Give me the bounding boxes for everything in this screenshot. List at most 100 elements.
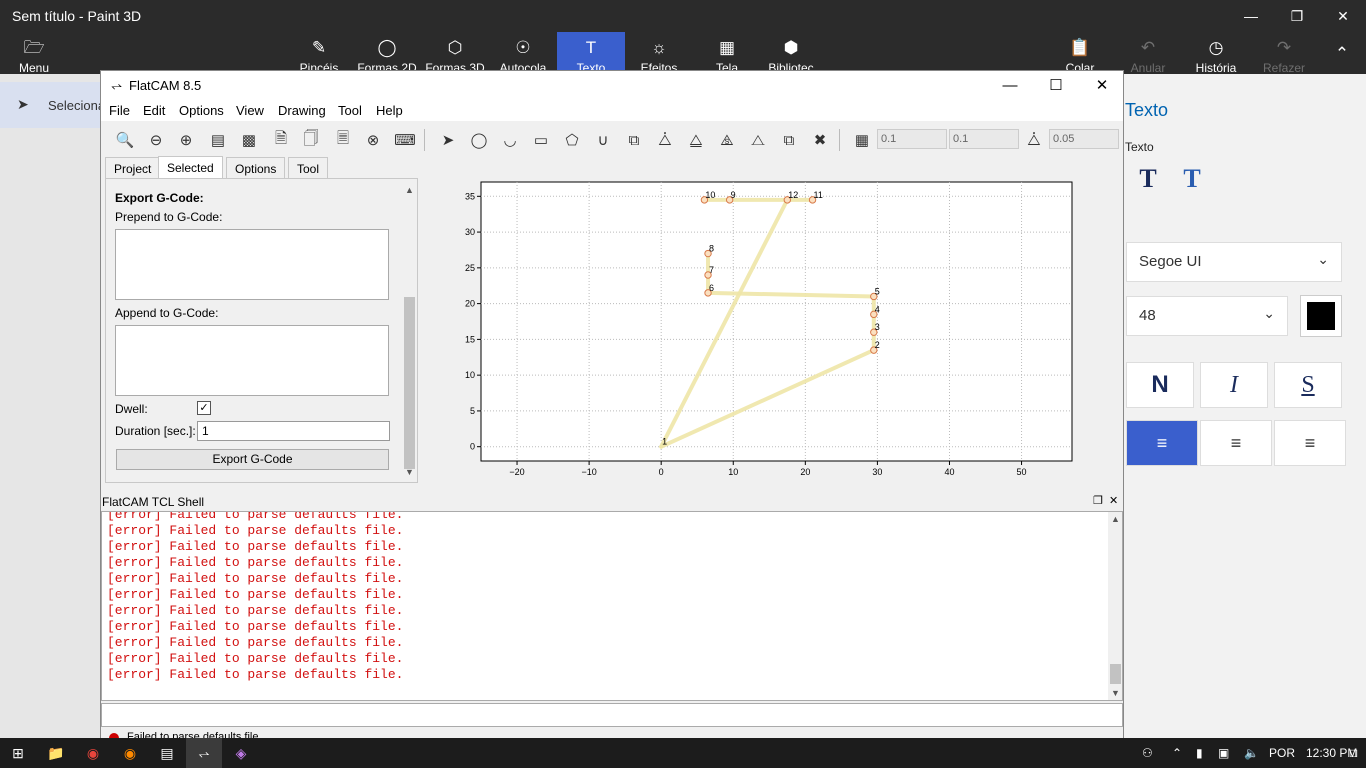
align-right-button[interactable]: ≡ — [1274, 420, 1346, 466]
collapse-ribbon-button[interactable]: ⌃ — [1318, 32, 1366, 74]
firefox-icon[interactable]: ◉ — [112, 738, 148, 768]
menu-view[interactable]: View — [236, 103, 264, 118]
menu-button[interactable]: 🗁 Menu — [0, 32, 68, 75]
calendar-app-icon[interactable]: ▤ — [149, 738, 185, 768]
close-button[interactable]: ✕ — [1320, 0, 1366, 32]
polygon-icon[interactable]: ⬠ — [559, 127, 585, 153]
windows-start-icon[interactable]: ⊞ — [0, 738, 36, 768]
grid-x-input[interactable]: 0.1 — [877, 129, 947, 149]
tool-autocola[interactable]: ☉ Autocola — [489, 32, 557, 75]
text-color-picker[interactable] — [1300, 295, 1342, 337]
select-pointer-icon[interactable]: ➤ — [435, 127, 461, 153]
tab-selected[interactable]: Selected — [158, 156, 223, 179]
flatcam-minimize-button[interactable]: — — [987, 71, 1033, 99]
tab-project[interactable]: Project — [105, 157, 161, 179]
subtract-icon[interactable]: ⧋ — [683, 127, 709, 153]
font-family-dropdown[interactable]: Segoe UI ⌄ — [1126, 242, 1342, 282]
undock-icon[interactable]: ❐ — [1093, 494, 1103, 507]
buffer-icon[interactable]: ⧍ — [745, 127, 771, 153]
network-icon[interactable]: ▣ — [1218, 746, 1229, 760]
tool-texto[interactable]: T Texto — [557, 32, 625, 75]
snap-distance-input[interactable]: 0.05 — [1049, 129, 1119, 149]
restore-button[interactable]: ❐ — [1274, 0, 1320, 32]
panel-scrollbar[interactable]: ▲ ▼ — [403, 185, 416, 479]
volume-icon[interactable]: 🔈 — [1244, 746, 1259, 760]
font-size-dropdown[interactable]: 48 ⌄ — [1126, 296, 1288, 336]
intersection-icon[interactable]: ⧊ — [652, 127, 678, 153]
menu-drawing[interactable]: Drawing — [278, 103, 326, 118]
menu-tool[interactable]: Tool — [338, 103, 362, 118]
circle-icon[interactable]: ◯ — [466, 127, 492, 153]
scrollbar-thumb[interactable] — [1110, 664, 1121, 684]
rectangle-icon[interactable]: ▭ — [528, 127, 554, 153]
tool-efeitos[interactable]: ☼ Efeitos — [625, 32, 693, 75]
move-icon[interactable]: ⧉ — [776, 127, 802, 153]
export-gcode-button[interactable]: Export G-Code — [116, 449, 389, 470]
gcode-plot[interactable]: −20 −10 0 10 20 30 40 5005101520253035123456789… — [421, 157, 1123, 487]
shell-icon[interactable]: ⌨ — [392, 127, 418, 153]
shell-scrollbar[interactable]: ▲ ▼ — [1108, 512, 1122, 700]
plot-area[interactable]: −20 −10 0 10 20 30 40 50 0 5 10 15 20 25 30 35 1 2 3 4 5 6 7 8 9… — [421, 157, 1123, 487]
grid-y-input[interactable]: 0.1 — [949, 129, 1019, 149]
path-icon[interactable]: ∪ — [590, 127, 616, 153]
tool-formas-3d[interactable]: ⬡ Formas 3D — [421, 32, 489, 75]
delete-object-icon[interactable]: ⊗ — [360, 127, 386, 153]
underline-button[interactable]: S — [1274, 362, 1342, 408]
select-tool-button[interactable]: ➤ Seleciona — [0, 82, 105, 128]
union-icon[interactable]: ⧉ — [621, 127, 647, 153]
zoom-out-icon[interactable]: ⊖ — [143, 127, 169, 153]
zoom-fit-icon[interactable]: 🔍 — [112, 127, 138, 153]
tab-options[interactable]: Options — [226, 157, 286, 179]
tool-pinceis[interactable]: ✎ Pincéis — [285, 32, 353, 75]
grid-snap-icon[interactable]: ▦ — [849, 127, 875, 153]
shell-command-input[interactable] — [101, 703, 1123, 727]
duration-input[interactable]: 1 — [197, 421, 390, 441]
edit-geometry-icon[interactable]: 🗍 — [298, 127, 324, 153]
tool-formas-2d[interactable]: ◯ Formas 2D — [353, 32, 421, 75]
people-icon[interactable]: ⚇ — [1142, 746, 1153, 760]
replot-icon[interactable]: ▩ — [236, 127, 262, 153]
italic-button[interactable]: I — [1200, 362, 1268, 408]
dwell-checkbox[interactable]: ✓ — [197, 401, 211, 415]
undo-button[interactable]: ↶ Anular — [1114, 32, 1182, 75]
scroll-up-icon[interactable]: ▲ — [1111, 514, 1120, 524]
flatcam-maximize-button[interactable]: ☐ — [1033, 71, 1079, 99]
tab-tool[interactable]: Tool — [288, 157, 329, 179]
prepend-textarea[interactable] — [115, 229, 389, 300]
tool-biblioteca[interactable]: ⬢ Bibliotec — [757, 32, 825, 75]
menu-options[interactable]: Options — [179, 103, 224, 118]
minimize-button[interactable]: — — [1228, 0, 1274, 32]
battery-icon[interactable]: ▮ — [1196, 746, 1203, 760]
bold-button[interactable]: N — [1126, 362, 1194, 408]
scroll-down-icon[interactable]: ▼ — [1111, 688, 1120, 698]
paint3d-taskbar-icon[interactable]: ◈ — [223, 738, 259, 768]
scrollbar-thumb[interactable] — [404, 297, 415, 469]
new-geometry-icon[interactable]: 🗎 — [268, 127, 294, 153]
menu-file[interactable]: File — [109, 103, 130, 118]
tray-expand-icon[interactable]: ⌃ — [1172, 746, 1182, 760]
align-left-button[interactable]: ≡ — [1126, 420, 1198, 466]
arc-icon[interactable]: ◡ — [497, 127, 523, 153]
chrome-icon[interactable]: ◉ — [75, 738, 111, 768]
corner-snap-icon[interactable]: ⧊ — [1021, 127, 1047, 153]
scroll-up-icon[interactable]: ▲ — [403, 185, 416, 197]
zoom-in-icon[interactable]: ⊕ — [173, 127, 199, 153]
align-center-button[interactable]: ≡ — [1200, 420, 1272, 466]
menu-edit[interactable]: Edit — [143, 103, 165, 118]
file-explorer-icon[interactable]: 📁 — [38, 738, 74, 768]
notifications-icon[interactable]: □ — [1350, 746, 1357, 760]
flatcam-close-button[interactable]: ✕ — [1079, 71, 1125, 99]
plain-text-icon[interactable]: T — [1130, 164, 1166, 196]
redo-button[interactable]: ↷ Refazer — [1250, 32, 1318, 75]
delete-shape-icon[interactable]: ✖ — [807, 127, 833, 153]
history-button[interactable]: ◷ História — [1182, 32, 1250, 75]
menu-help[interactable]: Help — [376, 103, 403, 118]
append-textarea[interactable] — [115, 325, 389, 396]
3d-text-icon[interactable]: T — [1174, 164, 1210, 196]
clear-plot-icon[interactable]: ▤ — [205, 127, 231, 153]
shell-output[interactable]: [error] Failed to parse defaults file. [e… — [101, 511, 1123, 701]
update-geometry-icon[interactable]: 🗏 — [330, 127, 356, 153]
flatcam-taskbar-icon[interactable]: ⥋ — [186, 738, 222, 768]
tool-tela[interactable]: ▦ Tela — [693, 32, 761, 75]
language-indicator[interactable]: POR — [1269, 746, 1295, 760]
